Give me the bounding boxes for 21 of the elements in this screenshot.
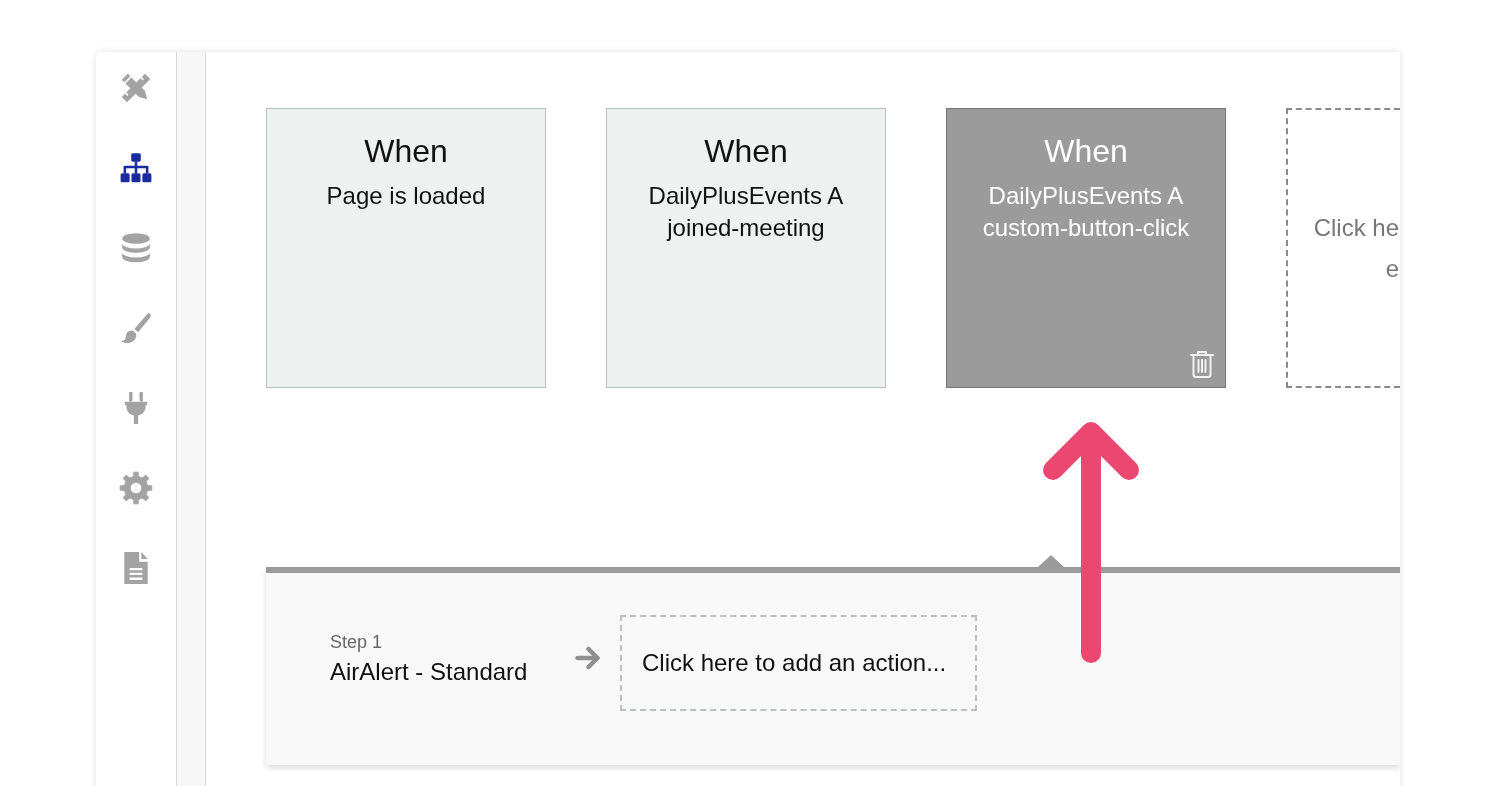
event-description: Page is loaded [326,181,486,211]
step-label: Step 1 [330,631,383,654]
brush-icon[interactable] [119,311,153,345]
event-heading: When [364,132,448,170]
database-icon[interactable] [119,231,153,265]
add-event-card[interactable]: Click he e [1286,108,1400,388]
event-heading: When [1044,132,1128,170]
event-heading: When [704,132,788,170]
arrow-right-icon [575,646,601,670]
add-event-text: e [1385,254,1399,284]
event-card[interactable]: When Page is loaded [266,108,546,388]
add-action-box[interactable]: Click here to add an action... [620,615,977,711]
event-description: DailyPlusEvents A custom-button-click [981,181,1191,243]
add-event-text: Click he [1313,213,1399,243]
event-card[interactable]: When DailyPlusEvents A joined-meeting [606,108,886,388]
sitemap-icon[interactable] [119,151,153,185]
pencil-ruler-icon[interactable] [119,71,153,105]
trash-icon[interactable] [1190,350,1214,378]
settings-icon[interactable] [119,471,153,505]
event-description: DailyPlusEvents A joined-meeting [647,181,845,243]
step-name: AirAlert - Standard [330,658,528,686]
